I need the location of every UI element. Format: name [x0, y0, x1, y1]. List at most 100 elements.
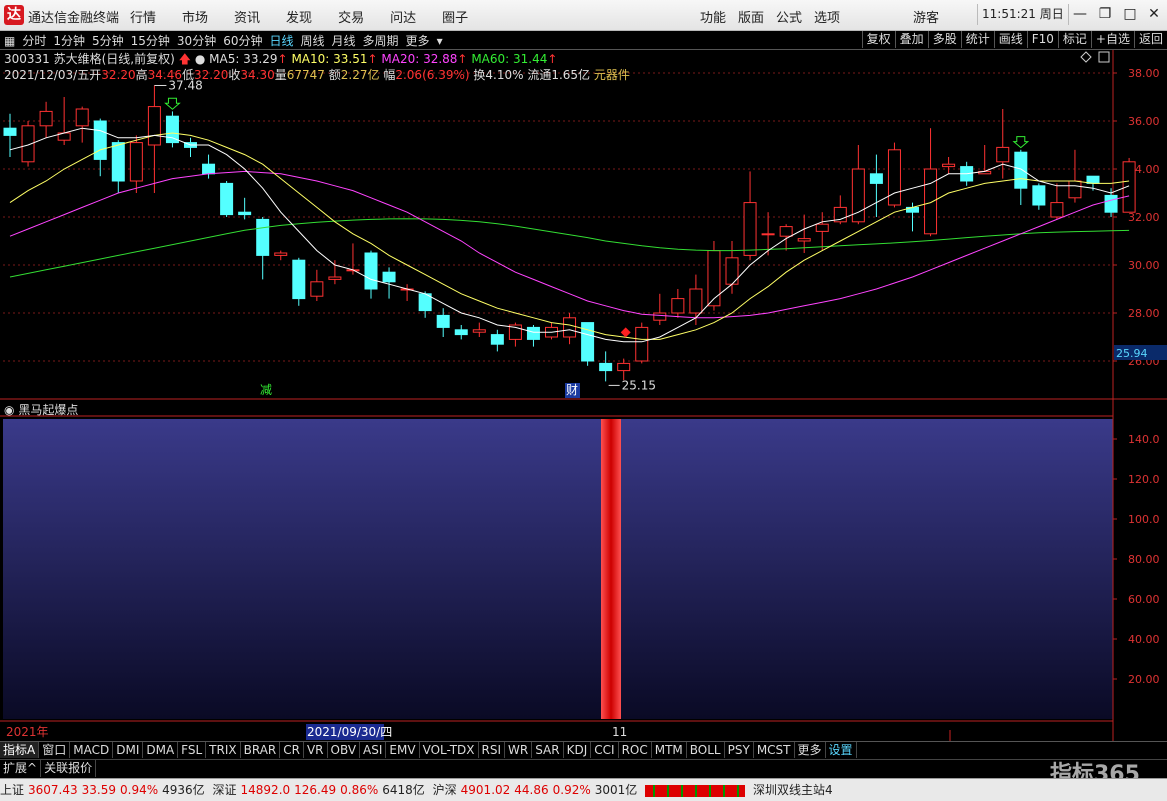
restore-icon[interactable]: ❐ — [1095, 5, 1115, 23]
btn-tongji[interactable]: 统计 — [960, 31, 994, 48]
indicator-tab[interactable]: 设置 — [826, 742, 857, 758]
hs-index: 4901.02 — [460, 783, 511, 797]
candle-body — [3, 127, 17, 136]
indicator-tab[interactable]: OBV — [328, 742, 361, 758]
btn-fuquan[interactable]: 复权 — [861, 31, 895, 48]
menu-item-jiaoyi[interactable]: 交易 — [338, 7, 364, 26]
close-icon[interactable]: ✕ — [1144, 5, 1164, 23]
hs-label[interactable]: 沪深 — [433, 783, 457, 797]
sh-label[interactable]: 上证 — [0, 783, 24, 797]
candle-body — [39, 110, 53, 127]
candle-body — [1104, 194, 1118, 213]
candle-body — [436, 314, 450, 328]
btn-fanhui[interactable]: 返回 — [1133, 31, 1167, 48]
indicator-axis-label: 80.00 — [1128, 553, 1160, 566]
btn-duogu[interactable]: 多股 — [927, 31, 961, 48]
indicator-tab[interactable]: CR — [280, 742, 304, 758]
sz-change: 126.49 — [294, 783, 337, 797]
btn-f10[interactable]: F10 — [1026, 31, 1058, 48]
candle-body — [689, 288, 703, 314]
amount-label: 额 — [328, 68, 341, 82]
btn-biaoji[interactable]: 标记 — [1057, 31, 1091, 48]
indicator-tab[interactable]: RSI — [479, 742, 506, 758]
indicator-axis-label: 100.0 — [1128, 513, 1160, 526]
collapse-icon[interactable]: ◉ — [4, 403, 14, 417]
btn-zixuan[interactable]: +自选 — [1090, 31, 1134, 48]
hs-amount: 3001亿 — [594, 783, 638, 797]
change-value: 2.06(6.39%) — [395, 68, 470, 82]
server-label[interactable]: 深圳双线主站4 — [753, 783, 833, 797]
indicator-tab[interactable]: WR — [505, 742, 533, 758]
menu-item-zixun[interactable]: 资讯 — [234, 7, 260, 26]
ma-settings-icon[interactable]: ● — [195, 52, 205, 66]
indicator-tab[interactable]: FSL — [178, 742, 207, 758]
indicator-tab[interactable]: MACD — [70, 742, 114, 758]
period-weekly[interactable]: 周线 — [301, 34, 325, 48]
indicator-tab[interactable]: MCST — [754, 742, 795, 758]
indicator-tab[interactable]: 更多 — [795, 742, 826, 758]
menu-item-xuanxiang[interactable]: 选项 — [814, 7, 840, 26]
chevron-down-icon[interactable]: ▾ — [437, 34, 443, 48]
sector-label[interactable]: 元器件 — [594, 68, 630, 82]
menu-item-gongshi[interactable]: 公式 — [776, 7, 802, 26]
kline-chart[interactable]: 38.0036.0034.0032.0030.0028.0026.0025.94… — [0, 50, 1167, 741]
candle-body — [1032, 185, 1046, 206]
menu-item-wenda[interactable]: 问达 — [390, 7, 416, 26]
related-quote-button[interactable]: 关联报价 — [41, 760, 97, 777]
period-30min[interactable]: 30分钟 — [177, 34, 216, 48]
period-multi[interactable]: 多周期 — [363, 34, 399, 48]
indicator-tab[interactable]: ROC — [619, 742, 652, 758]
btn-huaxian[interactable]: 画线 — [993, 31, 1027, 48]
candle-body — [526, 326, 540, 340]
menu-item-gongneng[interactable]: 功能 — [700, 7, 726, 26]
status-bar: 上证 3607.43 33.59 0.94% 4936亿 深证 14892.0 126.49… — [0, 778, 1167, 801]
menu-item-banmian[interactable]: 版面 — [738, 7, 764, 26]
period-15min[interactable]: 15分钟 — [131, 34, 170, 48]
indicator-tab[interactable]: VOL-TDX — [420, 742, 479, 758]
period-1min[interactable]: 1分钟 — [53, 34, 85, 48]
indicator-tab[interactable]: BOLL — [687, 742, 725, 758]
indicator-axis-label: 120.0 — [1128, 473, 1160, 486]
minimize-icon[interactable]: — — [1070, 5, 1090, 23]
indicator-axis-label: 40.00 — [1128, 633, 1160, 646]
indicator-tab[interactable]: MTM — [652, 742, 687, 758]
indicator-tab[interactable]: SAR — [532, 742, 564, 758]
indicator-tab[interactable]: BRAR — [241, 742, 281, 758]
indicator-tab[interactable]: PSY — [725, 742, 754, 758]
indicator-tab[interactable]: CCI — [591, 742, 619, 758]
turnover-value: 换4.10% — [473, 68, 524, 82]
indicator-tab[interactable]: TRIX — [206, 742, 241, 758]
period-60min[interactable]: 60分钟 — [223, 34, 262, 48]
indicator-tab[interactable]: DMI — [113, 742, 144, 758]
candle-body — [599, 362, 613, 372]
candle-body — [869, 173, 883, 184]
indicator-name[interactable]: 黑马起爆点 — [18, 403, 78, 417]
indicator-tab[interactable]: KDJ — [564, 742, 592, 758]
indicator-tab[interactable]: VR — [304, 742, 328, 758]
menu-item-shichang[interactable]: 市场 — [182, 7, 208, 26]
candle-body — [129, 142, 143, 182]
candle-body — [563, 317, 577, 338]
change-label: 幅 — [383, 68, 396, 82]
period-5min[interactable]: 5分钟 — [92, 34, 124, 48]
period-more[interactable]: 更多 — [406, 34, 430, 48]
btn-diejia[interactable]: 叠加 — [894, 31, 928, 48]
candle-body — [1050, 202, 1064, 218]
period-fenshi[interactable]: 分时 — [22, 34, 46, 48]
menu-item-faxian[interactable]: 发现 — [286, 7, 312, 26]
guest-label[interactable]: 游客 — [913, 7, 939, 26]
indicator-tab[interactable]: EMV — [386, 742, 420, 758]
menu-item-quanzi[interactable]: 圈子 — [442, 7, 468, 26]
indicator-tab[interactable]: 窗口 — [39, 742, 71, 758]
indicator-tab[interactable]: 指标A — [0, 742, 40, 758]
period-daily[interactable]: 日线 — [269, 34, 293, 48]
sz-label[interactable]: 深证 — [213, 783, 237, 797]
stock-name[interactable]: 300331 苏大维格(日线,前复权) — [4, 52, 175, 66]
period-monthly[interactable]: 月线 — [332, 34, 356, 48]
expand-button[interactable]: 扩展^ — [0, 760, 42, 777]
indicator-tab[interactable]: DMA — [143, 742, 179, 758]
menu-item-hangqing[interactable]: 行情 — [130, 7, 156, 26]
indicator-tab[interactable]: ASI — [360, 742, 387, 758]
grid-icon[interactable]: ▦ — [4, 34, 15, 48]
maximize-icon[interactable]: □ — [1120, 5, 1140, 23]
